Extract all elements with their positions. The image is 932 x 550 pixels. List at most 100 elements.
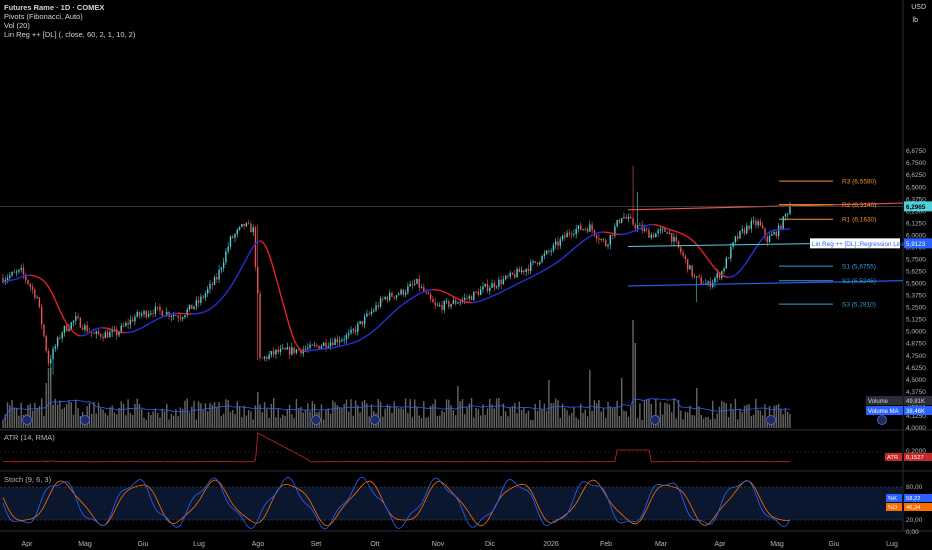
candle [682,249,684,259]
moving-average-segment [96,327,99,330]
candle [441,300,443,313]
moving-average-segment [275,277,279,286]
candle-body [445,300,448,302]
candle-body [787,213,789,215]
candle-body [52,348,54,360]
moving-average-segment [723,275,727,278]
candle-body [34,289,36,298]
candle [388,289,391,302]
volume-bar [689,405,691,428]
candle-body [682,252,684,256]
atr-pane-title[interactable]: ATR (14, RMA) [4,433,55,442]
moving-average-segment [555,261,559,264]
chart-title[interactable]: Futures Rame · 1D · COMEX [4,3,135,12]
candle [186,306,188,318]
indicator-pivots[interactable]: Pivots (Fibonacci, Auto) [4,12,135,21]
volume-bar [134,404,136,428]
moving-average-segment [157,317,161,320]
indicator-volume[interactable]: Vol (20) [4,21,135,30]
candle-body [354,329,357,332]
moving-average-segment [150,320,154,324]
moving-average-segment [480,299,484,302]
candle-body [698,276,700,278]
volume-bar [602,408,605,428]
stoch-d-value-text: 46,34 [906,505,921,511]
candle [4,276,6,286]
candle-body [257,267,259,294]
volume-ma-value-text: 38,46K [906,409,925,415]
volume-bar [445,399,448,428]
candle-body [348,333,350,336]
volume-bar [366,403,368,428]
candle [375,301,377,312]
candle-body [495,286,498,288]
candle-body [359,321,361,324]
candle-body [425,291,427,293]
candle-body [109,332,111,338]
candle-body [511,272,514,275]
candle-body [336,338,339,343]
moving-average-segment [739,267,743,272]
volume-bar [350,399,352,428]
candle-body [220,267,223,270]
candle-body [250,223,252,233]
moving-average-segment [293,339,298,345]
candle [386,295,389,304]
moving-average-segment [23,274,26,277]
candle-body [589,224,591,232]
candle [668,229,671,235]
moving-average-segment [205,309,209,313]
volume-bar [247,410,250,428]
moving-average-segment [400,303,404,307]
volume-bar [780,408,782,428]
moving-average-segment [498,291,502,294]
candle-body [532,261,534,263]
chart-root[interactable]: 6,8750 6,7500 6,6250 6,5000 6,3750 6,2500 6,12… [0,0,932,550]
unit-label[interactable]: lb [913,17,918,24]
regression-line [627,243,813,247]
volume-bar [609,406,612,428]
candle-body [768,236,771,243]
moving-average-segment [455,297,459,300]
candle [211,281,213,290]
candle-body [81,327,84,330]
volume-bar [109,407,111,428]
volume-bar [100,408,102,428]
moving-average-segment [505,288,509,291]
candle [518,266,521,273]
candle-body [693,276,696,278]
candle-body [577,225,580,229]
volume-bar [6,402,9,428]
volume-bar [250,411,252,428]
chart-canvas[interactable]: 6,87506,75006,62506,50006,37506,25006,12… [0,0,932,550]
stoch-pane-title[interactable]: Stoch (9, 6, 3) [4,475,51,484]
candle-body [65,326,68,332]
volume-bar [93,401,95,428]
moving-average-segment [676,230,679,234]
volume-bar [52,404,54,428]
moving-average-segment [414,294,418,298]
candle [152,309,154,318]
volume-bar [391,413,393,428]
candle-body [241,224,243,227]
moving-average-segment [680,232,684,235]
moving-average-segment [393,308,397,313]
candle [9,272,11,282]
moving-average-segment [489,295,493,298]
candle [272,347,275,358]
volume-bar [329,413,332,428]
candle-body [236,229,238,235]
volume-bar [15,408,18,428]
candle [357,321,359,336]
candle-body [327,346,329,348]
indicator-linreg[interactable]: Lin Reg ++ [DL] (, close, 60, 2, 1, 10, … [4,30,135,39]
candle-body [411,283,414,285]
volume-bar [361,401,364,428]
candle-body [657,230,659,234]
moving-average-segment [528,276,532,280]
candle-body [243,224,245,227]
volume-bar [348,411,350,428]
volume-bar [511,405,514,428]
currency-label[interactable]: USD [911,4,926,11]
candle [382,295,384,303]
